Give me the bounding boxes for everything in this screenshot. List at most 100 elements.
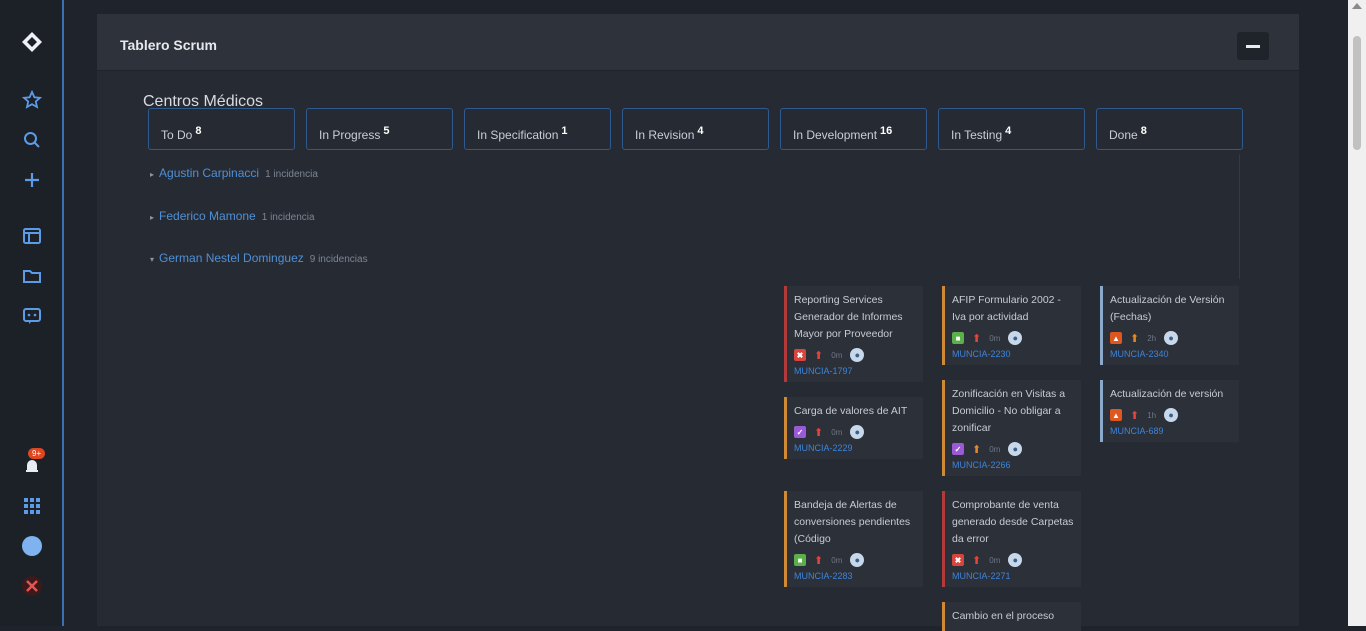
swimlane-header[interactable]: ▸ Agustin Carpinacci 1 incidencia [150, 166, 318, 180]
board-icon[interactable] [20, 224, 44, 248]
issue-card[interactable]: Comprobante de venta generado desde Carp… [942, 491, 1081, 587]
assignee-avatar-icon[interactable]: ● [1008, 331, 1023, 345]
card-title: Bandeja de Alertas de conversiones pendi… [794, 499, 911, 545]
card-key-link[interactable]: MUNCIA-689 [1110, 426, 1232, 436]
swimlane-name: German Nestel Dominguez [159, 251, 304, 265]
column-name: To Do [161, 128, 193, 142]
column-header-to-do[interactable]: To Do 8 [148, 108, 295, 150]
plus-icon[interactable] [20, 168, 44, 192]
card-key-link[interactable]: MUNCIA-2283 [794, 571, 916, 581]
scrum-board-panel: Tablero Scrum Centros Médicos To Do 8 In … [97, 14, 1299, 631]
swimlane-count: 1 incidencia [265, 169, 318, 180]
column-header-done[interactable]: Done 8 [1096, 108, 1243, 150]
priority-highest-icon: ⬆ [814, 349, 824, 362]
card-estimate: 0m [831, 427, 843, 437]
bug-type-icon: ✖ [794, 349, 806, 361]
minus-icon [1246, 44, 1260, 48]
priority-high-icon: ⬆ [972, 443, 982, 456]
improvement-type-icon: ▲ [1110, 332, 1122, 344]
card-estimate: 0m [989, 555, 1001, 565]
issue-card[interactable]: Zonificación en Visitas a Domicilio - No… [942, 380, 1081, 476]
swimlane-name: Federico Mamone [159, 209, 256, 223]
assignee-avatar-icon[interactable]: ● [1164, 331, 1179, 345]
card-key-link[interactable]: MUNCIA-2271 [952, 571, 1074, 581]
priority-highest-icon: ⬆ [814, 426, 824, 439]
column-count: 16 [880, 125, 893, 137]
feedback-icon[interactable] [20, 304, 44, 328]
folder-icon[interactable] [20, 264, 44, 288]
story-type-icon: ■ [952, 332, 964, 344]
jira-logo-icon[interactable] [20, 30, 44, 54]
priority-highest-icon: ⬆ [1130, 409, 1140, 422]
swimlane-header[interactable]: ▾ German Nestel Dominguez 9 incidencias [150, 251, 368, 265]
card-estimate: 2h [1147, 333, 1157, 343]
column-count: 4 [697, 125, 704, 137]
priority-highest-icon: ⬆ [972, 332, 982, 345]
issue-card[interactable]: Carga de valores de AIT ✓ ⬆ 0m ● MUNCIA-… [784, 397, 923, 459]
column-header-in-revision[interactable]: In Revision 4 [622, 108, 769, 150]
column-header-in-specification[interactable]: In Specification 1 [464, 108, 611, 150]
column-header-in-development[interactable]: In Development 16 [780, 108, 927, 150]
card-key-link[interactable]: MUNCIA-2340 [1110, 349, 1232, 359]
column-count: 4 [1005, 125, 1012, 137]
card-estimate: 0m [989, 444, 1001, 454]
swimlane-header[interactable]: ▸ Federico Mamone 1 incidencia [150, 209, 315, 223]
card-key-link[interactable]: MUNCIA-1797 [794, 366, 916, 376]
issue-card[interactable]: Actualización de versión ▲ ⬆ 1h ● MUNCIA… [1100, 380, 1239, 442]
caret-right-icon: ▸ [150, 170, 155, 179]
apps-grid-icon[interactable] [20, 494, 44, 518]
column-name: In Specification [477, 128, 559, 142]
assignee-avatar-icon[interactable]: ● [850, 348, 865, 362]
column-count: 1 [561, 125, 568, 137]
card-title: Reporting Services Generador de Informes… [794, 294, 903, 340]
scrollbar-thumb[interactable] [1353, 36, 1361, 150]
swimlane-area: ▸ Agustin Carpinacci 1 incidencia ▸ Federic… [150, 154, 1240, 279]
user-avatar-icon[interactable] [20, 574, 44, 598]
card-title: Zonificación en Visitas a Domicilio - No… [952, 388, 1066, 434]
panel-title: Tablero Scrum [120, 37, 217, 53]
swimlane-count: 1 incidencia [261, 212, 315, 223]
card-estimate: 0m [831, 350, 843, 360]
assignee-avatar-icon[interactable]: ● [850, 553, 865, 567]
issue-card[interactable]: Bandeja de Alertas de conversiones pendi… [784, 491, 923, 587]
help-icon[interactable] [20, 534, 44, 558]
collapse-button[interactable] [1237, 32, 1269, 60]
swimlane-count: 9 incidencias [309, 254, 368, 265]
assignee-avatar-icon[interactable]: ● [1008, 442, 1023, 456]
card-key-link[interactable]: MUNCIA-2230 [952, 349, 1074, 359]
column-name: In Progress [319, 128, 381, 142]
notification-badge: 9+ [28, 448, 46, 459]
column-count: 8 [195, 125, 202, 137]
global-sidebar: 9+ [0, 0, 64, 626]
story-type-icon: ■ [794, 554, 806, 566]
card-estimate: 1h [1147, 410, 1157, 420]
card-key-link[interactable]: MUNCIA-2229 [794, 443, 916, 453]
page-scrollbar[interactable] [1348, 0, 1366, 626]
card-title: Carga de valores de AIT [794, 405, 908, 417]
column-count: 5 [383, 125, 390, 137]
column-header-in-progress[interactable]: In Progress 5 [306, 108, 453, 150]
card-key-link[interactable]: MUNCIA-2266 [952, 460, 1074, 470]
card-title: Actualización de versión [1110, 388, 1224, 400]
issue-card[interactable]: Cambio en el proceso [942, 602, 1081, 631]
caret-right-icon: ▸ [150, 213, 155, 222]
card-title: AFIP Formulario 2002 - Iva por actividad [952, 294, 1061, 323]
issue-card[interactable]: AFIP Formulario 2002 - Iva por actividad… [942, 286, 1081, 365]
assignee-avatar-icon[interactable]: ● [1164, 408, 1179, 422]
caret-down-icon: ▾ [150, 255, 155, 264]
column-name: In Revision [635, 128, 695, 142]
issue-card[interactable]: Actualización de Versión (Fechas) ▲ ⬆ 2h… [1100, 286, 1239, 365]
assignee-avatar-icon[interactable]: ● [1008, 553, 1023, 567]
issue-card[interactable]: Reporting Services Generador de Informes… [784, 286, 923, 382]
search-icon[interactable] [20, 128, 44, 152]
priority-high-icon: ⬆ [1130, 332, 1140, 345]
task-type-icon: ✓ [794, 426, 806, 438]
scroll-up-arrow-icon[interactable] [1352, 3, 1362, 9]
bug-type-icon: ✖ [952, 554, 964, 566]
assignee-avatar-icon[interactable]: ● [850, 425, 865, 439]
column-name: Done [1109, 128, 1138, 142]
column-header-in-testing[interactable]: In Testing 4 [938, 108, 1085, 150]
column-count: 8 [1140, 125, 1147, 137]
star-icon[interactable] [20, 88, 44, 112]
column-name: In Development [793, 128, 878, 142]
